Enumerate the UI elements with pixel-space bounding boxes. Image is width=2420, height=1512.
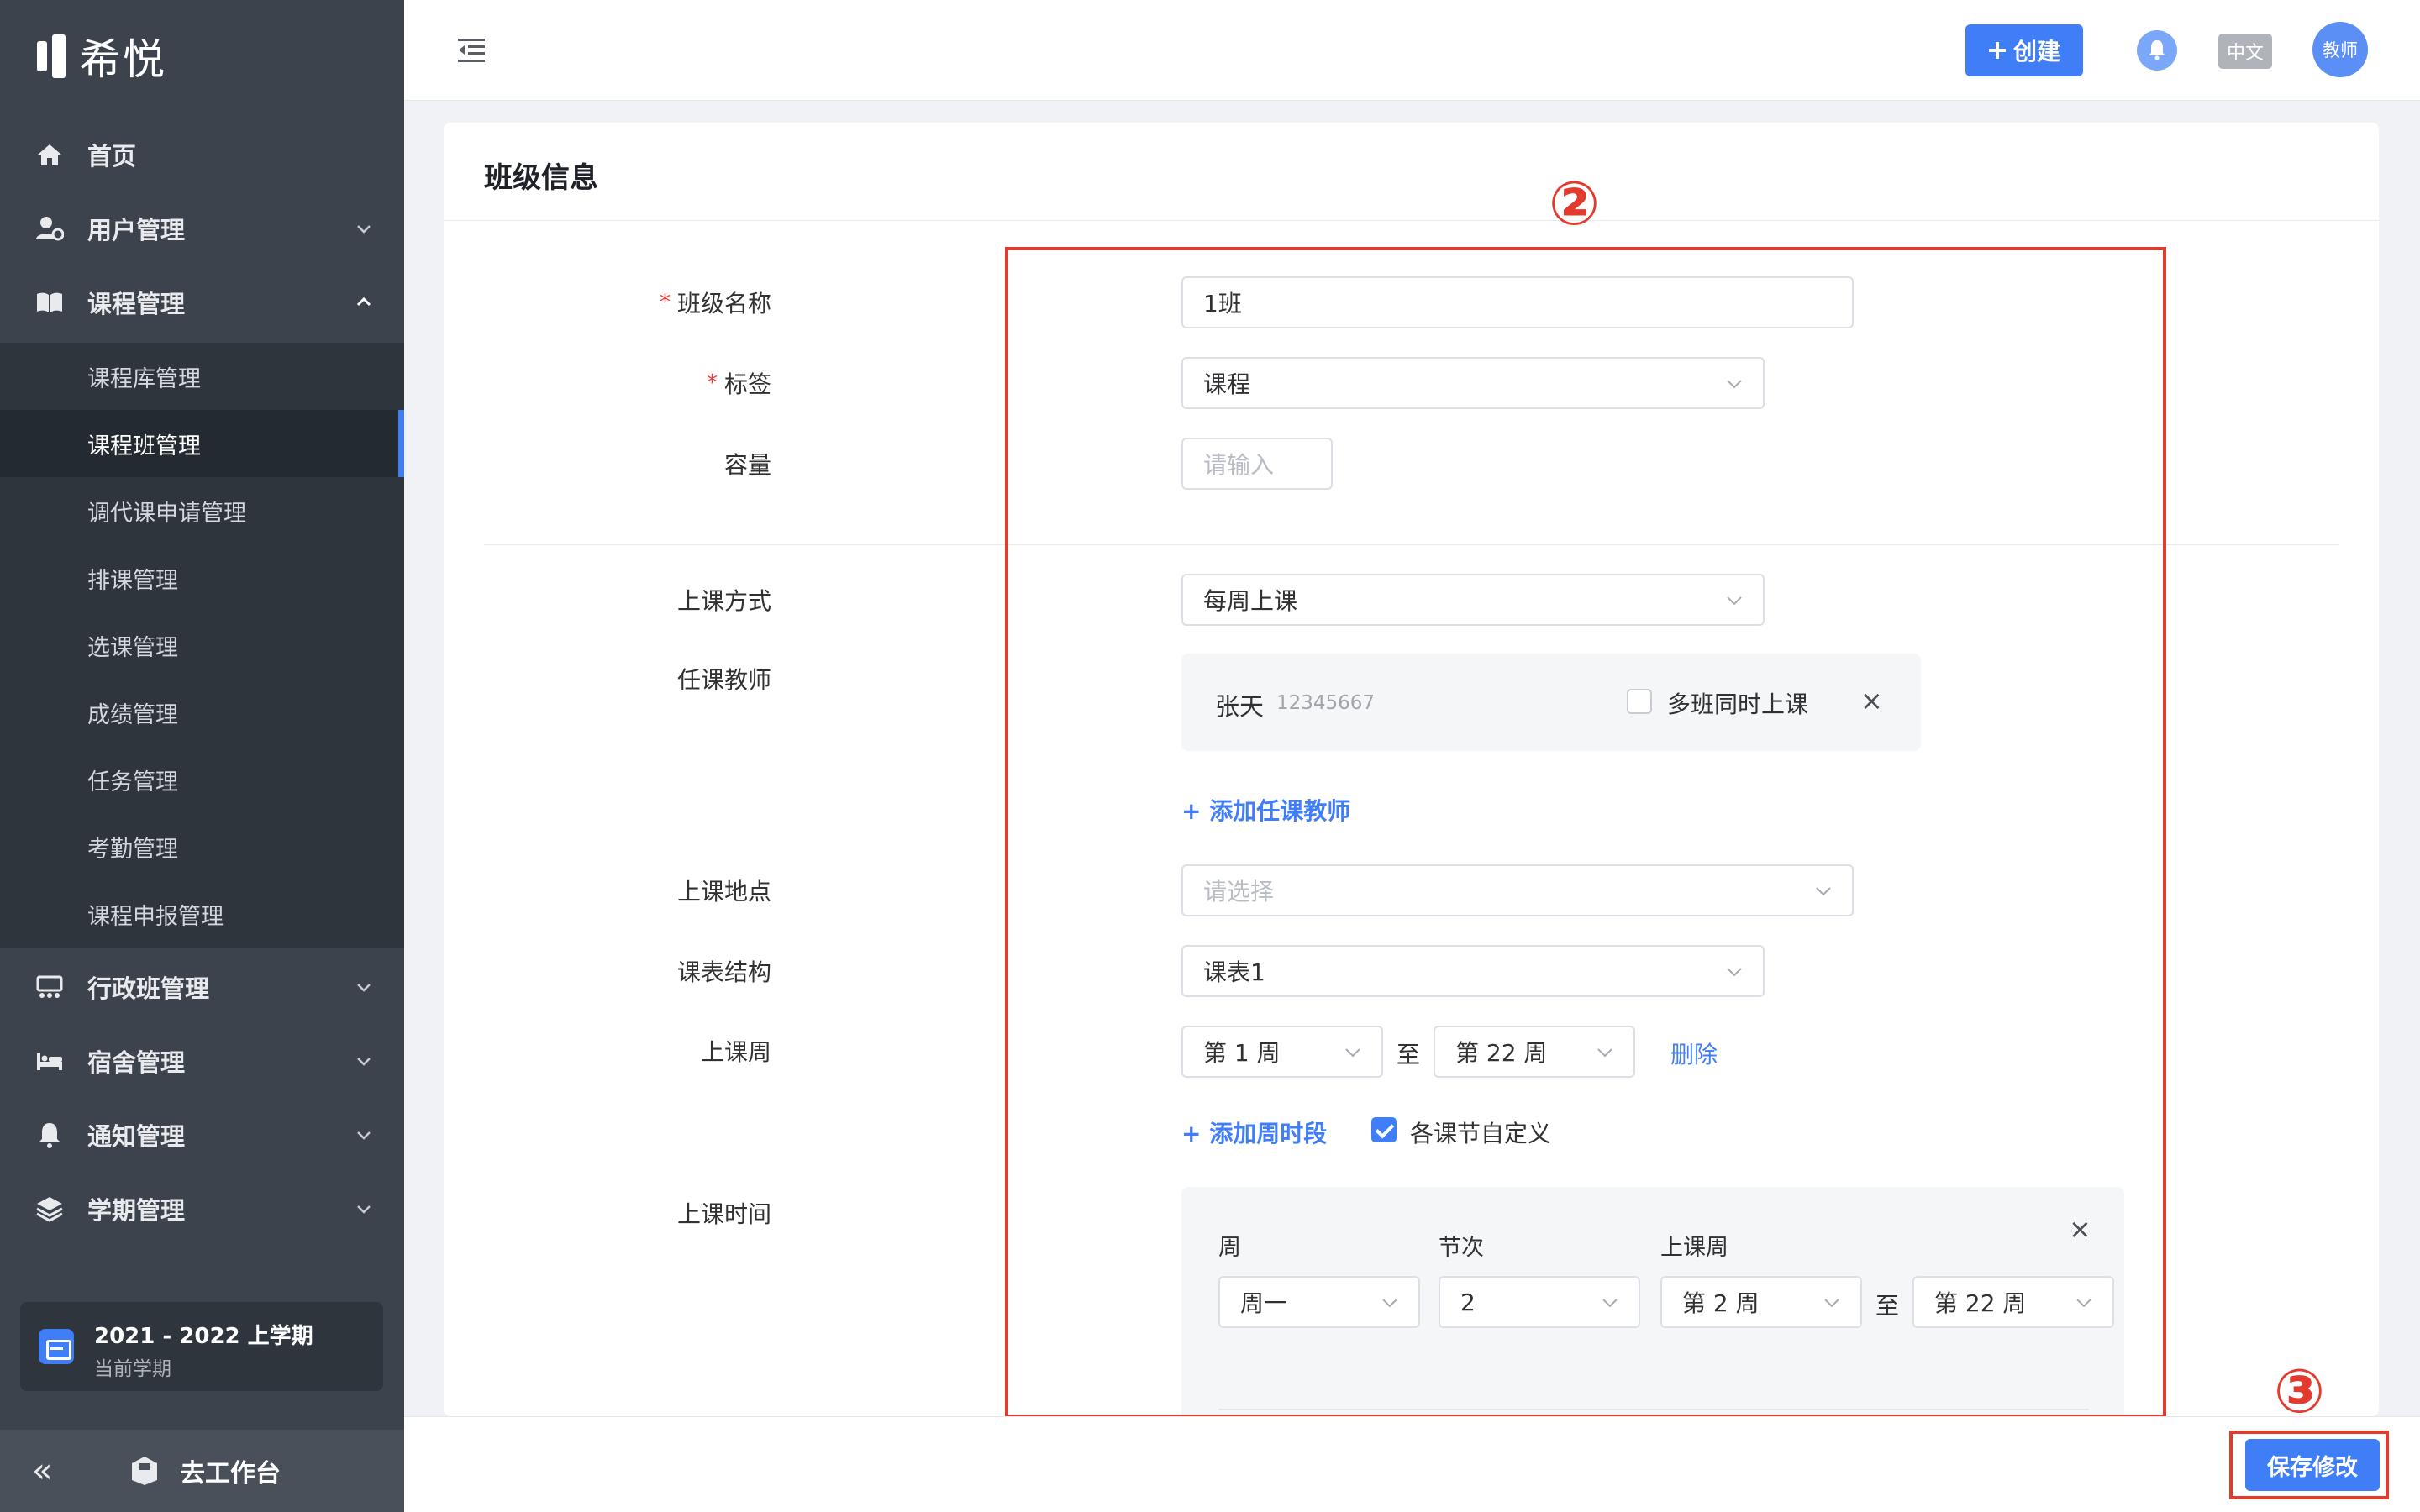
submenu-item-grades[interactable]: 成绩管理 [0,679,404,746]
sidebar-item-notifications[interactable]: 通知管理 [0,1098,404,1172]
submenu-item-course-library[interactable]: 课程库管理 [0,343,404,410]
annotation-number-2: ② [1549,168,1600,239]
sidebar-item-semester[interactable]: 学期管理 [0,1172,404,1246]
submenu-item-label: 选课管理 [87,634,178,661]
submenu-item-course-application[interactable]: 课程申报管理 [0,880,404,948]
plus-icon [1988,42,2006,59]
submenu-item-substitute-request[interactable]: 调代课申请管理 [0,477,404,544]
logo-mark-icon [37,34,67,78]
create-button-label: 创建 [2012,38,2060,66]
sidebar-footer: « 去工作台 [0,1430,404,1512]
submenu-item-tasks[interactable]: 任务管理 [0,746,404,813]
fold-menu-icon[interactable] [456,37,487,64]
submenu-item-course-selection[interactable]: 选课管理 [0,612,404,679]
chevron-down-icon [357,1058,371,1066]
class-time-label: 上课时间 [676,1200,771,1228]
sidebar-item-label: 用户管理 [87,216,186,244]
submenu-item-label: 排课管理 [87,567,178,594]
submenu-item-label: 成绩管理 [87,701,178,728]
submenu-item-scheduling[interactable]: 排课管理 [0,544,404,612]
language-switch[interactable]: 中文 [2218,34,2272,69]
submenu-item-label: 课程申报管理 [87,903,224,930]
bell-icon [2149,40,2165,60]
sidebar-item-courses[interactable]: 课程管理 [0,265,404,339]
annotation-number-3: ③ [2274,1356,2325,1426]
annotation-box-2 [1005,247,2166,1418]
location-label: 上课地点 [676,878,771,906]
sidebar-item-label: 宿舍管理 [87,1048,186,1077]
required-mark: * [659,290,671,315]
chevron-down-icon [357,1205,371,1214]
sidebar-item-label: 通知管理 [87,1122,186,1151]
layers-icon [36,1197,63,1222]
submenu-item-label: 任务管理 [87,769,178,795]
capacity-label: 容量 [723,451,771,479]
logo-text: 希悦 [79,35,166,84]
sidebar-item-admin-class[interactable]: 行政班管理 [0,950,404,1024]
page-title: 班级信息 [484,161,598,195]
annotation-box-3 [2229,1431,2389,1499]
sidebar-item-label: 首页 [87,142,137,171]
collapse-sidebar-button[interactable]: « [32,1454,52,1488]
go-to-workbench-link[interactable]: 去工作台 [180,1452,281,1489]
bed-icon [37,1053,62,1070]
required-mark: * [706,370,718,396]
semester-title: 2021 - 2022 上学期 [94,1324,313,1349]
sidebar-item-users[interactable]: 用户管理 [0,192,404,265]
class-icon [36,975,63,998]
chevron-up-icon [356,297,371,307]
notification-button[interactable] [2137,30,2177,71]
current-semester-card[interactable]: 2021 - 2022 上学期 当前学期 [20,1302,383,1391]
weeks-label: 上课周 [700,1038,771,1066]
sidebar-item-label: 课程管理 [87,290,186,318]
bell-icon [39,1123,60,1148]
submenu-item-label: 课程库管理 [87,365,201,392]
teaching-mode-label: 上课方式 [676,587,771,615]
submenu-item-label: 课程班管理 [87,433,201,459]
user-avatar[interactable]: 教师 [2312,22,2368,77]
submenu-item-label: 调代课申请管理 [87,500,246,527]
bottom-action-bar [404,1416,2420,1512]
submenu-item-attendance[interactable]: 考勤管理 [0,813,404,880]
semester-subtitle: 当前学期 [94,1358,171,1380]
schedule-structure-label: 课表结构 [676,958,771,986]
sidebar-item-dormitory[interactable]: 宿舍管理 [0,1024,404,1098]
tag-label: * 标签 [706,370,771,398]
courses-submenu: 课程库管理 课程班管理 调代课申请管理 排课管理 选课管理 成绩管理 任务管理 … [0,343,404,948]
book-icon [37,292,62,312]
submenu-item-label: 考勤管理 [87,836,178,863]
divider [444,220,2379,221]
class-name-label: * 班级名称 [659,290,771,318]
sidebar-item-label: 行政班管理 [87,974,210,1003]
chevron-down-icon [357,1131,371,1140]
calendar-icon [39,1329,74,1364]
user-manage-icon [36,217,64,241]
create-button[interactable]: 创建 [1965,24,2083,76]
app-logo[interactable]: 希悦 [37,30,166,84]
sidebar: 希悦 首页 用户管理 课程管理 课程库管理 课程班管理 调代课申请管理 排课管理… [0,0,404,1512]
teacher-label: 任课教师 [676,666,771,694]
chevron-down-icon [357,984,371,992]
top-header: 创建 中文 教师 [404,0,2420,101]
sidebar-item-home[interactable]: 首页 [0,118,404,192]
submenu-item-course-class[interactable]: 课程班管理 [0,410,404,477]
chevron-down-icon [357,225,371,234]
sidebar-item-label: 学期管理 [87,1196,186,1225]
home-icon [38,144,61,165]
workbench-box-icon [132,1457,157,1485]
